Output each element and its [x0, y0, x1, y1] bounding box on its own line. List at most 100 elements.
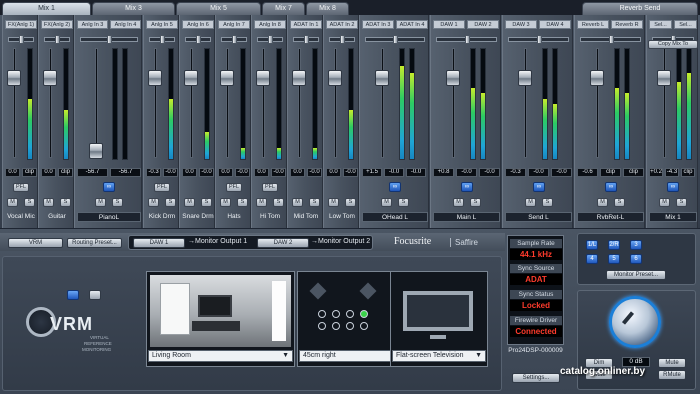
channel-input-select[interactable]: Sel...: [649, 20, 672, 29]
channel-input-select[interactable]: ADAT In 4: [396, 20, 428, 29]
channel-input-select[interactable]: ADAT In 1: [290, 20, 322, 29]
pan-slider[interactable]: [436, 35, 497, 44]
pan-slider[interactable]: [185, 35, 211, 44]
mute-button[interactable]: M: [328, 198, 339, 207]
output-select-button[interactable]: 6: [630, 254, 642, 264]
solo-button[interactable]: S: [237, 198, 248, 207]
listening-position-dot[interactable]: [346, 322, 354, 330]
pan-handle[interactable]: [107, 35, 112, 44]
channel-label[interactable]: Snare Drm: [182, 212, 214, 222]
volume-fader[interactable]: [446, 70, 460, 86]
pfl-button[interactable]: PFL: [13, 183, 29, 192]
mute-button[interactable]: M: [597, 198, 608, 207]
tab-mix-5[interactable]: Mix 5: [176, 2, 261, 15]
channel-input-select[interactable]: Anlg In 7: [218, 20, 250, 29]
pan-handle[interactable]: [160, 35, 165, 44]
channel-input-select[interactable]: DAW 4: [539, 20, 571, 29]
listening-position-dot[interactable]: [318, 322, 326, 330]
solo-button[interactable]: S: [398, 198, 409, 207]
channel-input-select[interactable]: DAW 2: [467, 20, 499, 29]
pan-slider[interactable]: [80, 35, 138, 44]
tab-mix-1[interactable]: Mix 1: [2, 2, 91, 15]
pan-handle[interactable]: [465, 35, 470, 44]
channel-input-select[interactable]: Anlg In 5: [146, 20, 178, 29]
solo-button[interactable]: S: [470, 198, 481, 207]
channel-input-select[interactable]: Anlg In 8: [254, 20, 286, 29]
listening-position-dot[interactable]: [332, 322, 340, 330]
routing-preset-button[interactable]: Routing Preset...: [67, 238, 122, 248]
channel-input-select[interactable]: Sel...: [674, 20, 697, 29]
solo-button[interactable]: S: [60, 198, 71, 207]
output-select-button[interactable]: 3: [630, 240, 642, 250]
pan-slider[interactable]: [365, 35, 425, 44]
vrm-option-button[interactable]: [89, 290, 101, 300]
output-select-button[interactable]: 1/L: [586, 240, 598, 250]
room-select[interactable]: Living Room ▼: [148, 350, 293, 362]
channel-label[interactable]: Mid Tom: [290, 212, 322, 222]
volume-fader[interactable]: [518, 70, 532, 86]
rmute-button[interactable]: RMute: [658, 370, 686, 380]
solo-button[interactable]: S: [676, 198, 687, 207]
channel-label[interactable]: Guitar: [41, 212, 73, 222]
pan-handle[interactable]: [19, 35, 24, 44]
volume-fader[interactable]: [220, 70, 234, 86]
mute-button[interactable]: M: [43, 198, 54, 207]
pan-slider[interactable]: [221, 35, 247, 44]
pan-handle[interactable]: [232, 35, 237, 44]
output-select-button[interactable]: 5: [608, 254, 620, 264]
volume-fader[interactable]: [328, 70, 342, 86]
solo-button[interactable]: S: [542, 198, 553, 207]
channel-label[interactable]: Vocal Mic: [5, 212, 37, 222]
channel-input-select[interactable]: Reverb L: [577, 20, 609, 29]
mute-button[interactable]: M: [7, 198, 18, 207]
volume-fader[interactable]: [43, 70, 57, 86]
tab-mix-7[interactable]: Mix 7: [262, 2, 305, 15]
channel-label[interactable]: Mix 1: [649, 212, 697, 222]
volume-fader[interactable]: [590, 70, 604, 86]
tab-mix-3[interactable]: Mix 3: [92, 2, 175, 15]
mute-button[interactable]: M: [256, 198, 267, 207]
listening-position-dot[interactable]: [360, 322, 368, 330]
position-select[interactable]: 45cm right: [299, 350, 393, 362]
pan-handle[interactable]: [268, 35, 273, 44]
channel-label[interactable]: Low Tom: [326, 212, 358, 222]
volume-fader[interactable]: [292, 70, 306, 86]
solo-button[interactable]: S: [309, 198, 320, 207]
stereo-link-button[interactable]: ∞: [605, 182, 617, 192]
pan-handle[interactable]: [196, 35, 201, 44]
pan-handle[interactable]: [55, 35, 60, 44]
mute-button[interactable]: M: [453, 198, 464, 207]
channel-input-select[interactable]: FX(Anlg 2): [41, 20, 73, 29]
channel-input-select[interactable]: ADAT In 3: [362, 20, 394, 29]
channel-label[interactable]: PianoL: [77, 212, 141, 222]
channel-label[interactable]: Kick Drm: [146, 212, 178, 222]
pan-slider[interactable]: [508, 35, 569, 44]
solo-button[interactable]: S: [201, 198, 212, 207]
channel-label[interactable]: Hats: [218, 212, 250, 222]
volume-fader[interactable]: [184, 70, 198, 86]
pan-slider[interactable]: [8, 35, 34, 44]
listening-position-dot[interactable]: [332, 310, 340, 318]
mute-button[interactable]: M: [148, 198, 159, 207]
pfl-button[interactable]: PFL: [154, 183, 170, 192]
pan-handle[interactable]: [304, 35, 309, 44]
channel-input-select[interactable]: DAW 3: [505, 20, 537, 29]
vrm-enable-button[interactable]: [67, 290, 79, 300]
channel-label[interactable]: Hi Tom: [254, 212, 286, 222]
stereo-link-button[interactable]: ∞: [667, 182, 679, 192]
stereo-link-button[interactable]: ∞: [533, 182, 545, 192]
mute-button[interactable]: Mute: [658, 358, 686, 368]
pfl-button[interactable]: PFL: [226, 183, 242, 192]
tab-mix-8[interactable]: Mix 8: [306, 2, 349, 15]
pan-slider[interactable]: [293, 35, 319, 44]
listening-position-dot[interactable]: [346, 310, 354, 318]
channel-label[interactable]: Send L: [505, 212, 572, 222]
solo-button[interactable]: S: [273, 198, 284, 207]
pan-slider[interactable]: [149, 35, 175, 44]
solo-button[interactable]: S: [24, 198, 35, 207]
daw-2-route[interactable]: DAW 2: [257, 238, 309, 248]
monitor-level-knob[interactable]: [609, 296, 661, 348]
channel-label[interactable]: OHead L: [362, 212, 428, 222]
channel-input-select[interactable]: Anlg In 6: [182, 20, 214, 29]
output-select-button[interactable]: 2/R: [608, 240, 620, 250]
